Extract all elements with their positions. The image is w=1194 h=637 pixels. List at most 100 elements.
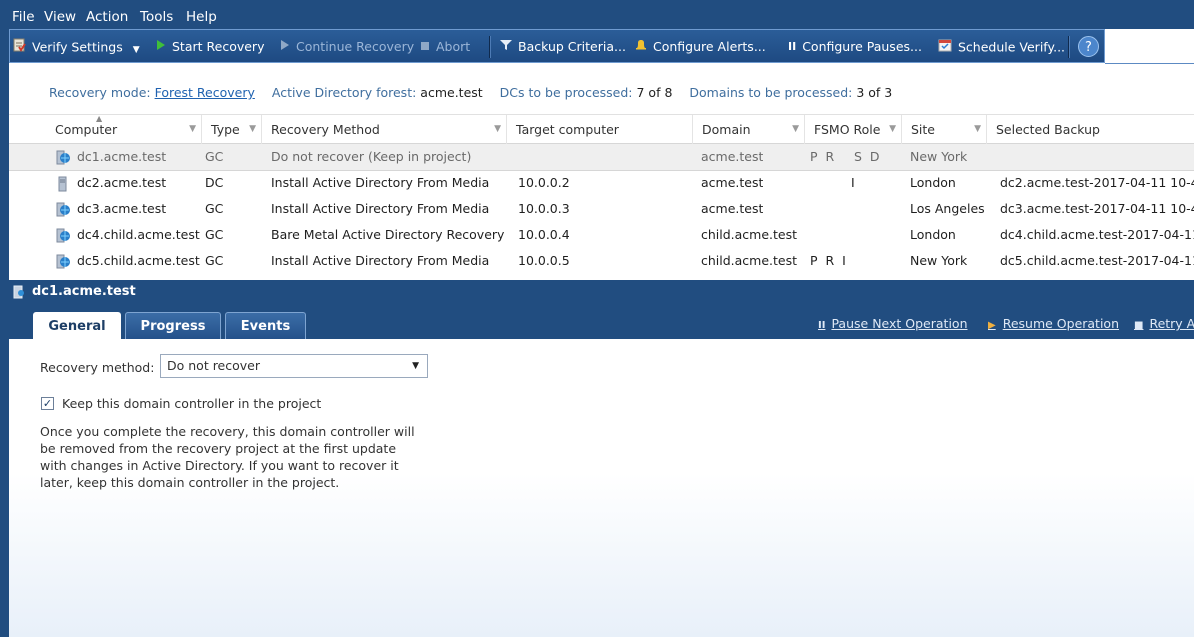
forest-label: Active Directory forest: <box>271 85 417 100</box>
computer-cell: dc1.acme.test <box>77 149 167 164</box>
menu-tools[interactable]: Tools <box>140 10 173 24</box>
tab-progress[interactable]: Progress <box>125 312 221 339</box>
table-row[interactable]: dc4.child.acme.test GC Bare Metal Active D… <box>9 222 1194 248</box>
domains-value: 3 of 3 <box>856 85 893 100</box>
toolbar-separator <box>489 36 491 58</box>
menu-help[interactable]: Help <box>186 10 217 24</box>
column-computer[interactable]: ▲ Computer ▼ <box>46 115 201 144</box>
bell-icon <box>635 39 647 55</box>
recovery-mode-label: Recovery mode: <box>49 85 151 100</box>
sort-ascending-icon: ▲ <box>96 114 103 123</box>
table-row[interactable]: dc5.child.acme.test GC Install Active Dire… <box>9 248 1194 274</box>
filter-icon[interactable]: ▼ <box>189 115 196 144</box>
toolbar-separator <box>1068 36 1070 58</box>
column-domain[interactable]: Domain ▼ <box>692 115 804 144</box>
menu-action[interactable]: Action <box>86 10 128 24</box>
continue-recovery-button[interactable]: Continue Recovery <box>280 39 414 55</box>
verify-settings-icon <box>13 38 26 56</box>
table-row[interactable]: dc1.acme.test GC Do not recover (Keep in p… <box>9 144 1194 171</box>
type-cell: DC <box>205 175 224 190</box>
pause-icon: II <box>788 39 797 53</box>
stop-icon <box>420 39 430 55</box>
toolbar: Verify Settings ▼ Start Recovery Continu… <box>9 29 1105 63</box>
tab-general[interactable]: General <box>33 312 121 340</box>
selected-backup-cell: dc2.acme.test-2017-04-11 10-4 <box>1000 175 1194 190</box>
fsmo-role-cell: P R I <box>810 253 846 268</box>
configure-alerts-button[interactable]: Configure Alerts... <box>635 39 766 55</box>
type-cell: GC <box>205 227 224 242</box>
recovery-method-cell: Bare Metal Active Directory Recovery <box>271 227 505 242</box>
help-icon[interactable]: ? <box>1078 36 1099 57</box>
schedule-verify-label: Schedule Verify... <box>958 39 1066 55</box>
details-title: dc1.acme.test <box>32 284 136 299</box>
menu-view[interactable]: View <box>44 10 76 24</box>
column-site[interactable]: Site ▼ <box>901 115 986 144</box>
start-recovery-label: Start Recovery <box>172 39 265 54</box>
configure-pauses-label: Configure Pauses... <box>802 39 922 54</box>
site-cell: London <box>910 227 956 242</box>
schedule-verify-button[interactable]: Schedule Verify... <box>938 39 1065 55</box>
selected-backup-cell: dc4.child.acme.test-2017-04-11 <box>1000 227 1194 242</box>
column-type[interactable]: Type ▼ <box>201 115 261 144</box>
keep-in-project-label[interactable]: Keep this domain controller in the proje… <box>62 396 321 411</box>
computer-cell: dc5.child.acme.test <box>77 253 200 268</box>
resume-icon: ▶ <box>988 320 996 331</box>
recovery-method-value: Do not recover <box>167 358 260 373</box>
menu-file[interactable]: File <box>12 10 35 24</box>
domain-cell: child.acme.test <box>701 227 798 242</box>
fsmo-role-cell: P R S D <box>810 149 880 164</box>
column-recovery-method[interactable]: Recovery Method ▼ <box>261 115 506 144</box>
computer-cell: dc3.acme.test <box>77 201 167 216</box>
backup-criteria-label: Backup Criteria... <box>518 39 626 54</box>
abort-label: Abort <box>436 39 471 54</box>
column-selected-backup[interactable]: Selected Backup <box>986 115 1194 144</box>
fsmo-role-cell: I <box>851 175 855 190</box>
pause-next-operation-link[interactable]: II Pause Next Operation <box>818 316 968 331</box>
filter-icon[interactable]: ▼ <box>889 115 896 144</box>
domain-cell: acme.test <box>701 175 764 190</box>
chevron-down-icon: ▼ <box>412 361 419 371</box>
configure-pauses-button[interactable]: II Configure Pauses... <box>788 39 922 55</box>
tab-events[interactable]: Events <box>225 312 306 339</box>
target-computer-cell: 10.0.0.3 <box>518 201 570 216</box>
dropdown-arrow-icon: ▼ <box>132 44 140 55</box>
start-recovery-button[interactable]: Start Recovery <box>156 39 264 55</box>
resume-operation-link[interactable]: ▶ Resume Operation <box>988 316 1119 331</box>
recovery-method-cell: Do not recover (Keep in project) <box>271 149 472 164</box>
summary-line: Recovery mode: Forest Recovery Active Di… <box>49 85 892 100</box>
recovery-method-cell: Install Active Directory From Media <box>271 175 490 190</box>
filter-icon[interactable]: ▼ <box>974 115 981 144</box>
backup-criteria-button[interactable]: Backup Criteria... <box>500 39 626 55</box>
configure-alerts-label: Configure Alerts... <box>653 39 766 54</box>
continue-icon <box>280 39 290 55</box>
domain-cell: acme.test <box>701 149 764 164</box>
selected-backup-cell: dc3.acme.test-2017-04-11 10-4 <box>1000 201 1194 216</box>
table-row[interactable]: dc2.acme.test DC Install Active Directory … <box>9 170 1194 196</box>
filter-icon[interactable]: ▼ <box>792 115 799 144</box>
target-computer-cell: 10.0.0.5 <box>518 253 570 268</box>
domains-label: Domains to be processed: <box>689 85 853 100</box>
retry-link[interactable]: ■ Retry A <box>1134 316 1194 331</box>
recovery-mode-link[interactable]: Forest Recovery <box>155 85 255 100</box>
details-title-bar: dc1.acme.test <box>0 280 1194 304</box>
target-computer-cell: 10.0.0.4 <box>518 227 570 242</box>
filter-icon[interactable]: ▼ <box>494 115 501 144</box>
global-catalog-icon <box>55 253 71 279</box>
dcs-value: 7 of 8 <box>636 85 673 100</box>
keep-in-project-checkbox[interactable]: ✓ <box>41 397 54 410</box>
column-target-computer[interactable]: Target computer <box>506 115 692 144</box>
forest-value: acme.test <box>420 85 483 100</box>
play-icon <box>156 39 166 55</box>
verify-settings-button[interactable]: Verify Settings ▼ <box>13 38 140 56</box>
abort-button[interactable]: Abort <box>420 39 470 55</box>
recovery-description: Once you complete the recovery, this dom… <box>40 424 415 490</box>
target-computer-cell: 10.0.0.2 <box>518 175 570 190</box>
table-row[interactable]: dc3.acme.test GC Install Active Directory … <box>9 196 1194 222</box>
type-cell: GC <box>205 201 224 216</box>
domain-cell: child.acme.test <box>701 253 798 268</box>
dc-grid: ▲ Computer ▼ Type ▼ Recovery Method ▼ Targe… <box>9 114 1194 279</box>
filter-icon[interactable]: ▼ <box>249 115 256 144</box>
recovery-method-cell: Install Active Directory From Media <box>271 201 490 216</box>
column-fsmo-role[interactable]: FSMO Role ▼ <box>804 115 901 144</box>
recovery-method-select[interactable]: Do not recover ▼ <box>160 354 428 378</box>
